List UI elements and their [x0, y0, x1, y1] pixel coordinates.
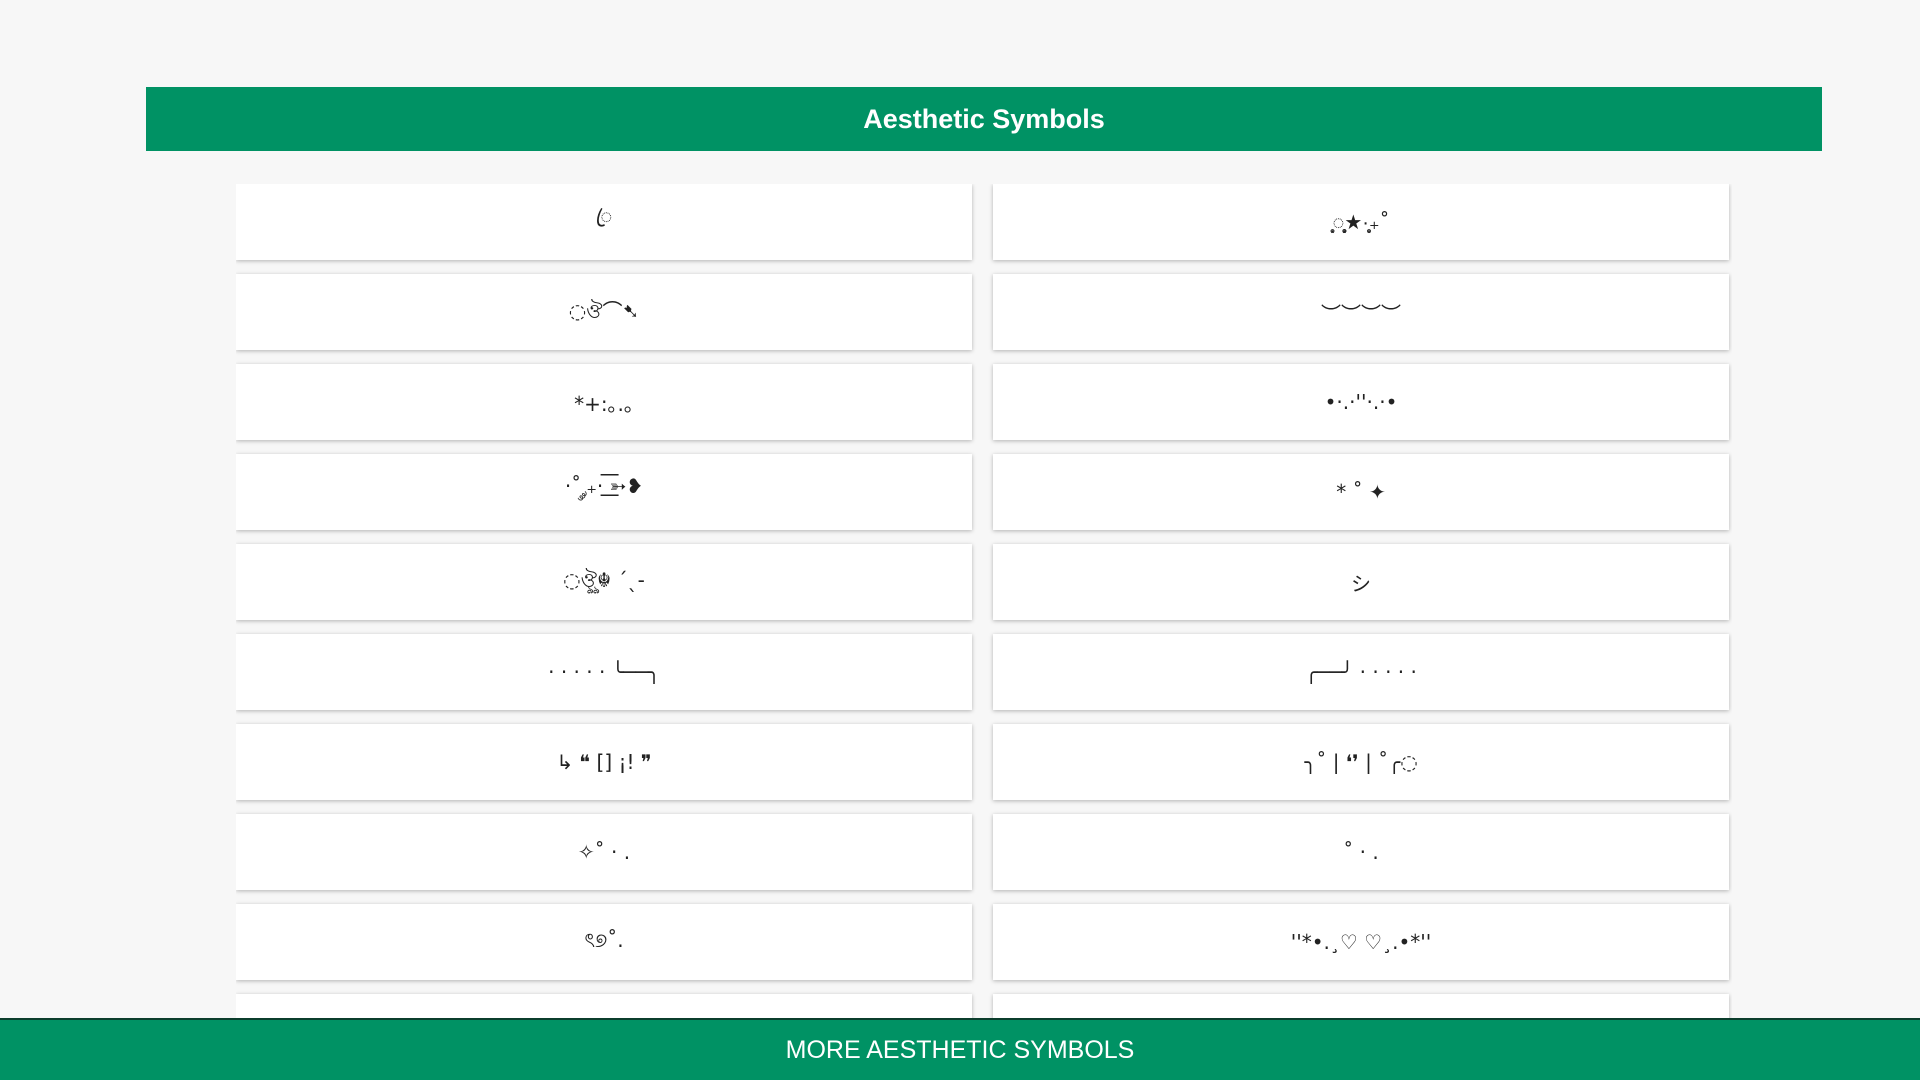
page-title-bar: Aesthetic Symbols [146, 87, 1822, 151]
symbol-card[interactable]: ◌ঔৣ☬ ˊˎ- [236, 544, 972, 620]
more-symbols-label: MORE AESTHETIC SYMBOLS [785, 1035, 1135, 1064]
symbol-card[interactable]: ✧˚ · . [236, 814, 972, 890]
symbol-card[interactable]: ৎ୭˚. [236, 904, 972, 980]
symbol-card[interactable]: ˚ · . [993, 814, 1729, 890]
symbol-card[interactable]: · · · · · ╰──╮ [236, 634, 972, 710]
symbol-card[interactable]: * ˚ ✦ [993, 454, 1729, 530]
symbol-card[interactable]: *+:｡.｡ [236, 364, 972, 440]
symbol-card[interactable]: ╭──╯ · · · · · [993, 634, 1729, 710]
symbol-card[interactable]: ·˚ ༘₊· ͟͟͞͞➳❥ [236, 454, 972, 530]
symbol-card[interactable]: ︶︶︶︶ [993, 274, 1729, 350]
symbol-card[interactable]: ̥͙◌̥̥̥͙★·͙̥₊˚ [993, 184, 1729, 260]
symbol-grid: ꦿ ̥͙◌̥̥̥͙★·͙̥₊˚ ◌ঔ⌒➷ ︶︶︶︶ *+:｡.｡ •·.·''·… [236, 184, 1732, 1018]
symbol-card[interactable]: •·.·''·.·• [993, 364, 1729, 440]
symbol-card[interactable]: シ [993, 544, 1729, 620]
more-symbols-button[interactable]: MORE AESTHETIC SYMBOLS [0, 1018, 1920, 1080]
page-title: Aesthetic Symbols [863, 103, 1105, 134]
symbol-card[interactable]: •• ✦ [993, 994, 1729, 1018]
symbol-card[interactable]: ↳ ❝ [] ¡! ❞ [236, 724, 972, 800]
symbol-card[interactable]: •• [236, 994, 972, 1018]
symbol-card[interactable]: ╮˚ | ❛❜ | ˚╭◌ [993, 724, 1729, 800]
symbol-card[interactable]: ꦿ [236, 184, 972, 260]
symbol-card[interactable]: ''*•.¸♡ ♡¸.•*'' [993, 904, 1729, 980]
symbol-card[interactable]: ◌ঔ⌒➷ [236, 274, 972, 350]
